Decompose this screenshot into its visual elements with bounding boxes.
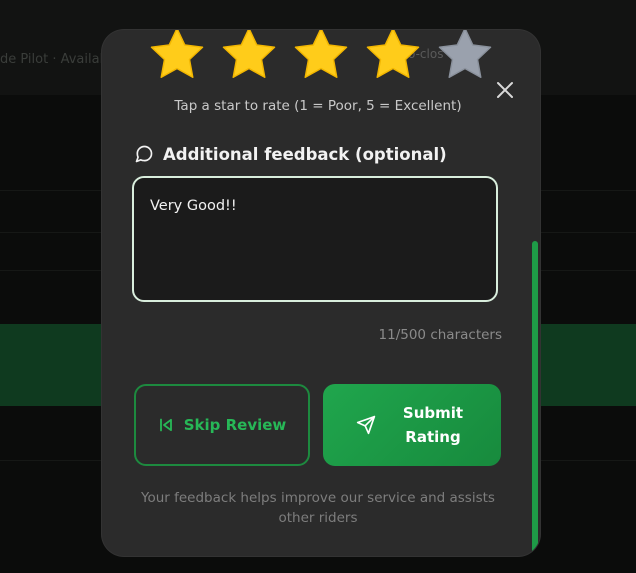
feedback-label-text: Additional feedback (optional) bbox=[163, 144, 447, 164]
star-4-icon[interactable] bbox=[363, 30, 423, 84]
skip-review-label: Skip Review bbox=[183, 416, 287, 434]
rating-modal: ito-clos Tap a star to rate (1 = Poor, 5… bbox=[102, 30, 540, 556]
submit-label-line2: Rating bbox=[405, 428, 461, 446]
star-2-icon[interactable] bbox=[219, 30, 279, 84]
close-button[interactable] bbox=[495, 80, 515, 100]
star-rating bbox=[147, 30, 495, 84]
feedback-label: Additional feedback (optional) bbox=[134, 144, 447, 164]
close-icon bbox=[497, 82, 513, 98]
skip-back-icon bbox=[159, 418, 172, 432]
rating-hint: Tap a star to rate (1 = Poor, 5 = Excell… bbox=[174, 98, 462, 114]
star-1-icon[interactable] bbox=[147, 30, 207, 84]
character-counter: 11/500 characters bbox=[378, 327, 502, 343]
scrollbar[interactable] bbox=[532, 30, 540, 556]
feedback-textarea[interactable]: Very Good!! bbox=[132, 176, 498, 302]
submit-rating-button[interactable]: Submit Rating bbox=[323, 384, 501, 466]
send-icon bbox=[356, 415, 376, 435]
message-circle-icon bbox=[135, 145, 153, 163]
star-5-icon[interactable] bbox=[435, 30, 495, 84]
submit-rating-label: Submit Rating bbox=[398, 401, 468, 449]
scrollbar-thumb[interactable] bbox=[532, 241, 538, 556]
star-3-icon[interactable] bbox=[291, 30, 351, 84]
footer-note: Your feedback helps improve our service … bbox=[141, 490, 495, 526]
skip-review-button[interactable]: Skip Review bbox=[134, 384, 310, 466]
feedback-textarea-value: Very Good!! bbox=[150, 198, 237, 214]
submit-label-line1: Submit bbox=[402, 404, 464, 422]
